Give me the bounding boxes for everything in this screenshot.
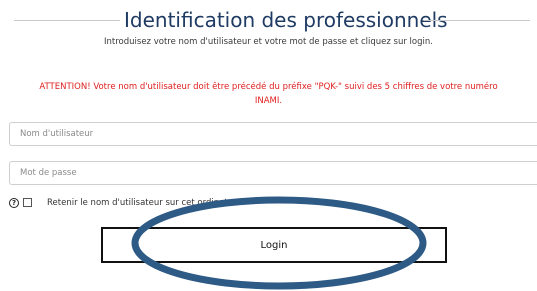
login-button[interactable]: Login	[101, 227, 447, 263]
instructions-text: Introduisez votre nom d'utilisateur et v…	[104, 37, 433, 47]
remember-row: ? Retenir le nom d'utilisateur sur cet o…	[9, 197, 309, 211]
page-title: Identification des professionnels	[124, 8, 448, 32]
help-circle-icon[interactable]: ?	[9, 198, 19, 208]
login-page: Identification des professionnels Introd…	[0, 0, 537, 291]
title-divider-left	[14, 20, 120, 21]
username-input[interactable]	[9, 122, 537, 146]
title-row: Identification des professionnels	[0, 7, 537, 35]
warning-text: ATTENTION! Votre nom d'utilisateur doit …	[39, 82, 498, 106]
remember-label: Retenir le nom d'utilisateur sur cet ord…	[47, 198, 242, 208]
password-input[interactable]	[9, 161, 537, 185]
title-divider-right	[424, 20, 530, 21]
remember-checkbox[interactable]	[23, 198, 32, 207]
